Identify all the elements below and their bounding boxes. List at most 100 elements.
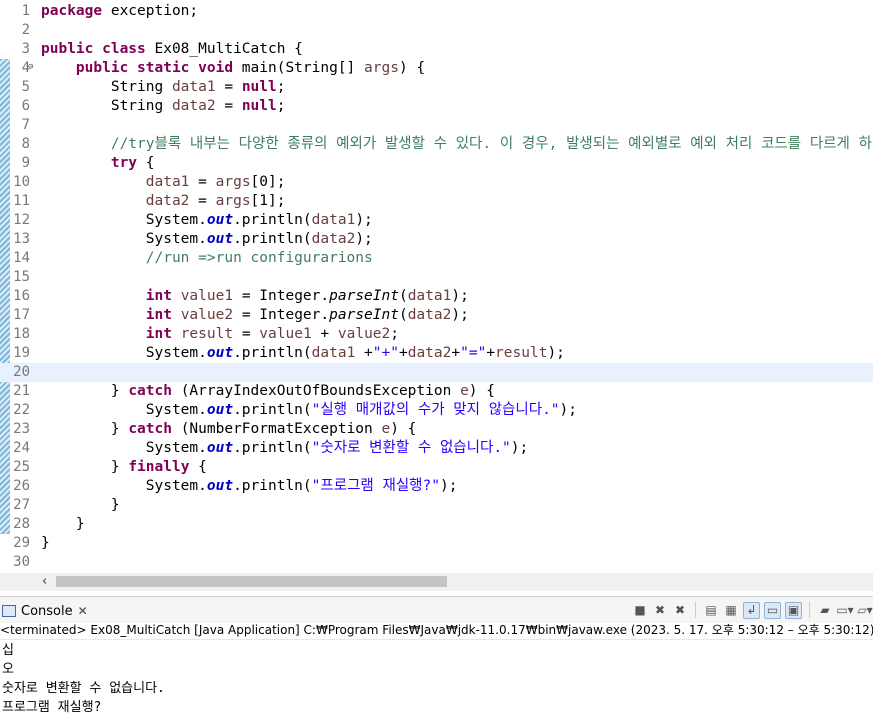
pin-console-icon[interactable]: ▰ (817, 602, 833, 618)
code-token: String (41, 98, 172, 114)
line-number: 9 (21, 155, 30, 171)
code-token: value1 (259, 326, 312, 342)
line-number: 20 (13, 364, 30, 380)
code-token: out (206, 231, 234, 247)
code-token: ); (451, 288, 469, 304)
code-token: = (189, 193, 216, 209)
code-line[interactable]: 25 } finally { (0, 458, 873, 477)
code-line[interactable]: 21 } catch (ArrayIndexOutOfBoundsExcepti… (0, 382, 873, 401)
console-terminated-status: <terminated> Ex08_MultiCatch [Java Appli… (0, 621, 873, 640)
remove-launch-icon[interactable]: ✖ (652, 602, 668, 618)
code-token: main(String[] (233, 60, 365, 76)
line-number: 16 (13, 288, 30, 304)
code-line[interactable]: 20 (0, 363, 873, 382)
line-number: 3 (21, 41, 30, 57)
remove-all-terminated-icon[interactable]: ✖ (672, 602, 688, 618)
code-line[interactable]: 7 (0, 116, 873, 135)
code-line[interactable]: 3 public class Ex08_MultiCatch { (0, 40, 873, 59)
code-token: catch (128, 383, 172, 399)
code-line[interactable]: 8 //try블록 내부는 다양한 종류의 예외가 발생할 수 있다. 이 경우… (0, 135, 873, 154)
code-token: ); (439, 478, 458, 494)
console-tab-bar: Console ✕ ■ ✖ ✖ ▤ ▦ ↲ ▭ ▣ ▰ ▭▾ ▱▾ (0, 596, 873, 623)
code-token: = (215, 98, 242, 114)
code-token: + (355, 345, 373, 361)
show-on-stdout-icon[interactable]: ▭ (764, 601, 781, 619)
tab-console[interactable]: Console ✕ (2, 600, 88, 622)
console-output-line: 오 (2, 662, 14, 677)
scroll-left-icon[interactable]: ‹ (42, 574, 47, 589)
code-token: } (41, 535, 50, 551)
code-line[interactable]: 15 (0, 268, 873, 287)
code-text: int value2 = Integer.parseInt(data2); (41, 306, 469, 325)
code-line[interactable]: 18 int result = value1 + value2; (0, 325, 873, 344)
line-number: 21 (13, 383, 30, 399)
code-line[interactable]: 17 int value2 = Integer.parseInt(data2); (0, 306, 873, 325)
scrollbar-thumb[interactable] (56, 576, 447, 587)
code-token: out (206, 402, 234, 418)
code-line[interactable]: 30 (0, 553, 873, 572)
clear-console-icon[interactable]: ▤ (703, 602, 719, 618)
code-token: out (206, 212, 234, 228)
code-line[interactable]: 1 package exception; (0, 2, 873, 21)
line-number: 5 (21, 79, 30, 95)
line-number: 28 (13, 516, 30, 532)
code-text: data2 = args[1]; (41, 192, 286, 211)
line-number: 30 (13, 554, 30, 570)
code-token: ) { (390, 421, 417, 437)
code-token: value2 (180, 307, 234, 323)
code-token: = (215, 79, 242, 95)
code-line[interactable]: 11 data2 = args[1]; (0, 192, 873, 211)
code-token: int (145, 326, 172, 342)
code-token: ); (451, 307, 469, 323)
code-token: value2 (337, 326, 391, 342)
code-line[interactable]: 28 } (0, 515, 873, 534)
code-editor[interactable]: 1 package exception; 2 3 public class Ex08_M… (0, 0, 873, 595)
code-text: try { (41, 154, 155, 173)
code-line[interactable]: 23 } catch (NumberFormatException e) { (0, 420, 873, 439)
code-line[interactable]: 2 (0, 21, 873, 40)
code-token: parseInt (329, 288, 399, 304)
code-line[interactable]: 12 System.out.println(data1); (0, 211, 873, 230)
word-wrap-icon[interactable]: ↲ (743, 601, 760, 619)
code-line[interactable]: 19 System.out.println(data1 +"+"+data2+"… (0, 344, 873, 363)
open-console-icon[interactable]: ▱▾ (857, 602, 873, 618)
code-token: + (311, 326, 338, 342)
show-on-stderr-icon[interactable]: ▣ (785, 601, 802, 619)
code-line[interactable]: 6 String data2 = null; (0, 97, 873, 116)
code-text: System.out.println("실행 매개값의 수가 맞지 않습니다."… (41, 401, 577, 420)
code-token: } (41, 497, 120, 513)
code-token: .println( (233, 478, 312, 494)
code-line[interactable]: 29} (0, 534, 873, 553)
code-line[interactable]: 27 } (0, 496, 873, 515)
terminate-icon[interactable]: ■ (632, 602, 648, 618)
fold-toggle-icon[interactable]: ⊖ (28, 62, 33, 72)
code-token: args (215, 193, 251, 209)
code-token: exception; (102, 3, 199, 19)
line-number: 23 (13, 421, 30, 437)
console-output[interactable]: 십 오 숫자로 변환할 수 없습니다. 프로그램 재실행? (2, 641, 165, 717)
code-line[interactable]: 22 System.out.println("실행 매개값의 수가 맞지 않습니… (0, 401, 873, 420)
console-output-line: 십 (2, 643, 14, 658)
horizontal-scrollbar[interactable]: ‹ (0, 573, 873, 591)
code-token: Ex08_MultiCatch { (145, 41, 303, 57)
code-line[interactable]: 5 String data1 = null; (0, 78, 873, 97)
code-line[interactable]: 16 int value1 = Integer.parseInt(data1); (0, 287, 873, 306)
code-line[interactable]: 4 ⊖ public static void main(String[] args… (0, 59, 873, 78)
code-token: ); (510, 440, 529, 456)
line-number: 24 (13, 440, 30, 456)
code-token: ) { (468, 383, 495, 399)
code-line[interactable]: 26 System.out.println("프로그램 재실행?"); (0, 477, 873, 496)
scroll-lock-icon[interactable]: ▦ (723, 602, 739, 618)
code-text: } finally { (41, 458, 207, 477)
display-selected-console-icon[interactable]: ▭▾ (836, 602, 853, 618)
close-icon[interactable]: ✕ (78, 604, 88, 618)
code-line[interactable]: 24 System.out.println("숫자로 변환할 수 없습니다.")… (0, 439, 873, 458)
code-line[interactable]: 14 //run =>run configurarions (0, 249, 873, 268)
code-token: String (41, 79, 172, 95)
code-line[interactable]: 9 try { (0, 154, 873, 173)
line-number: 1 (21, 3, 30, 19)
line-number: 8 (21, 136, 30, 152)
code-line[interactable]: 10 data1 = args[0]; (0, 173, 873, 192)
code-line[interactable]: 13 System.out.println(data2); (0, 230, 873, 249)
